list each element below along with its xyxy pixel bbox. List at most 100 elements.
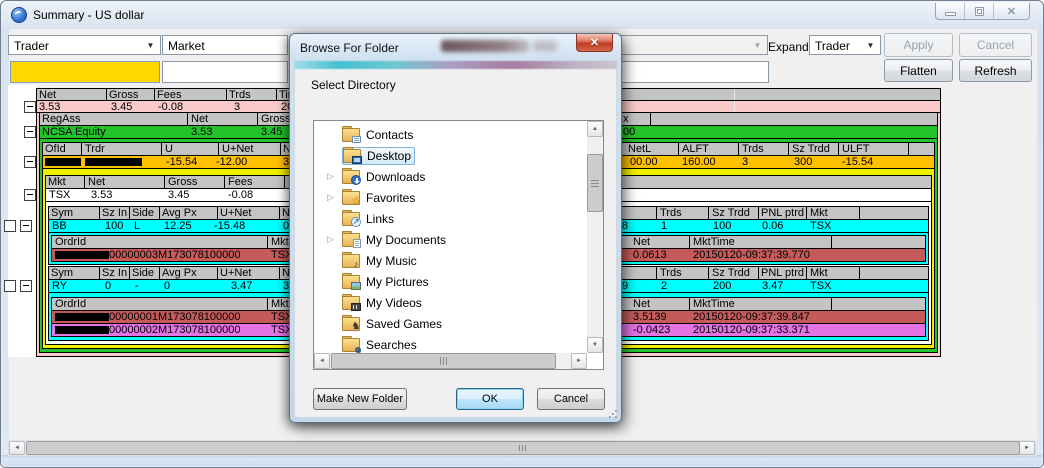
scroll-up-arrow[interactable]: ▲ — [587, 121, 603, 137]
collapse-button[interactable] — [20, 280, 32, 292]
window-bottom-frame — [2, 455, 1042, 466]
folder-icon — [342, 233, 359, 246]
tree-item-downloads[interactable]: ▷ Downloads — [314, 166, 584, 187]
expander-icon[interactable]: ▷ — [327, 234, 334, 245]
tree-item-desktop[interactable]: Desktop — [314, 145, 584, 166]
tree-item-my-videos[interactable]: My Videos — [314, 292, 584, 313]
dialog-close-button[interactable]: ✕ — [576, 34, 613, 52]
filter-input-2[interactable] — [162, 61, 288, 83]
trader-combobox[interactable]: Trader ▼ — [8, 35, 161, 55]
column-header: Side — [132, 267, 154, 279]
grid-cell: 3.53 — [91, 189, 112, 201]
cancel-button[interactable]: Cancel — [959, 33, 1032, 57]
minimize-icon — [945, 12, 956, 16]
tree-item-label: My Pictures — [363, 274, 432, 290]
tree-item-favorites[interactable]: ▷★Favorites — [314, 187, 584, 208]
collapse-button[interactable] — [24, 189, 36, 201]
grid-cell: 3.47 — [762, 280, 783, 292]
column-header: Side — [132, 207, 154, 219]
tree-item-links[interactable]: ↗ Links — [314, 208, 584, 229]
apply-button[interactable]: Apply — [884, 33, 953, 57]
desktop-overlay-icon — [352, 156, 362, 164]
expander-icon[interactable]: ▷ — [327, 171, 334, 182]
grid-cell: 200 — [713, 280, 731, 292]
folder-icon — [342, 296, 359, 309]
column-header: Sym — [51, 207, 73, 219]
folder-icon: ↗ — [342, 212, 359, 225]
column-separator — [161, 142, 162, 156]
tree-vscrollbar[interactable]: ▲ ▼ — [587, 121, 603, 353]
column-separator — [831, 235, 832, 249]
tree-item-label: Downloads — [363, 169, 428, 185]
tree-item-searches[interactable]: Searches — [314, 334, 584, 355]
tree-item-my-documents[interactable]: ▷My Documents — [314, 229, 584, 250]
scroll-right-arrow[interactable]: ► — [1019, 441, 1035, 455]
row-checkbox[interactable] — [4, 220, 16, 232]
tree-item-contacts[interactable]: Contacts — [314, 124, 584, 145]
column-header: U — [165, 143, 173, 155]
refresh-button[interactable]: Refresh — [959, 59, 1032, 82]
tree-hscrollbar[interactable]: ◄ ► — [314, 353, 587, 369]
tree-item-label: Links — [363, 211, 397, 227]
flatten-button[interactable]: Flatten — [884, 59, 953, 82]
grid-cell: 0.06 — [762, 220, 783, 232]
column-separator — [217, 206, 218, 220]
column-header: Gross — [168, 176, 197, 188]
redacted-value — [55, 313, 109, 321]
collapse-button[interactable] — [24, 101, 36, 113]
collapse-button[interactable] — [24, 156, 36, 168]
column-header: RegAss — [42, 113, 81, 125]
row-checkbox[interactable] — [4, 280, 16, 292]
tree-item-my-music[interactable]: ♪My Music — [314, 250, 584, 271]
column-separator — [267, 235, 268, 249]
column-separator — [859, 206, 860, 220]
column-header: Mkt — [48, 176, 66, 188]
column-header: Sym — [51, 267, 73, 279]
column-header: Trds — [229, 89, 251, 100]
column-header: ALFT — [682, 143, 709, 155]
collapse-button[interactable] — [20, 220, 32, 232]
resize-grip[interactable] — [608, 409, 618, 419]
expander-icon[interactable]: ▷ — [327, 192, 334, 203]
expand-combobox[interactable]: Trader ▼ — [809, 35, 881, 55]
scroll-thumb[interactable] — [587, 154, 603, 212]
market-combobox[interactable]: Market — [162, 35, 288, 55]
column-separator — [859, 266, 860, 280]
scroll-left-arrow[interactable]: ◄ — [9, 441, 25, 455]
scroll-thumb[interactable] — [26, 441, 1020, 455]
main-hscrollbar[interactable]: ◄ ► — [8, 440, 1036, 456]
ok-button[interactable]: OK — [456, 388, 524, 410]
maximize-button[interactable] — [965, 3, 994, 19]
tree-item-saved-games[interactable]: ♞Saved Games — [314, 313, 584, 334]
scroll-right-arrow[interactable]: ► — [571, 353, 587, 369]
column-header: Avg Px — [162, 267, 197, 279]
column-separator — [164, 175, 165, 189]
chevron-down-icon: ▼ — [143, 38, 158, 52]
column-separator — [279, 266, 280, 280]
grid-cell: 00.00 — [630, 156, 658, 168]
dialog-cancel-button[interactable]: Cancel — [537, 388, 605, 410]
grid-cell: 9 — [622, 280, 628, 292]
close-button[interactable]: ✕ — [994, 3, 1029, 19]
blurred-text — [441, 40, 529, 52]
glass-reflection — [294, 61, 617, 69]
scroll-left-arrow[interactable]: ◄ — [314, 353, 330, 369]
tree-item-my-pictures[interactable]: My Pictures — [314, 271, 584, 292]
collapse-button[interactable] — [24, 126, 36, 138]
make-new-folder-button[interactable]: Make New Folder — [313, 388, 407, 410]
app-icon — [11, 7, 27, 23]
folder-icon: ♪ — [342, 254, 359, 267]
column-header: Net — [191, 113, 208, 125]
column-header: Sz Trdd — [712, 207, 750, 219]
column-separator — [99, 206, 100, 220]
minimize-button[interactable] — [936, 3, 965, 19]
yellow-filter-input[interactable] — [10, 61, 160, 83]
column-header: Sz Trdd — [712, 267, 750, 279]
grid-cell: BB — [52, 220, 67, 232]
column-separator — [159, 266, 160, 280]
scroll-thumb[interactable] — [331, 353, 556, 369]
expand-label: Expand — [768, 40, 809, 54]
scroll-down-arrow[interactable]: ▼ — [587, 337, 603, 353]
close-icon: ✕ — [1007, 5, 1016, 18]
column-separator — [689, 297, 690, 311]
